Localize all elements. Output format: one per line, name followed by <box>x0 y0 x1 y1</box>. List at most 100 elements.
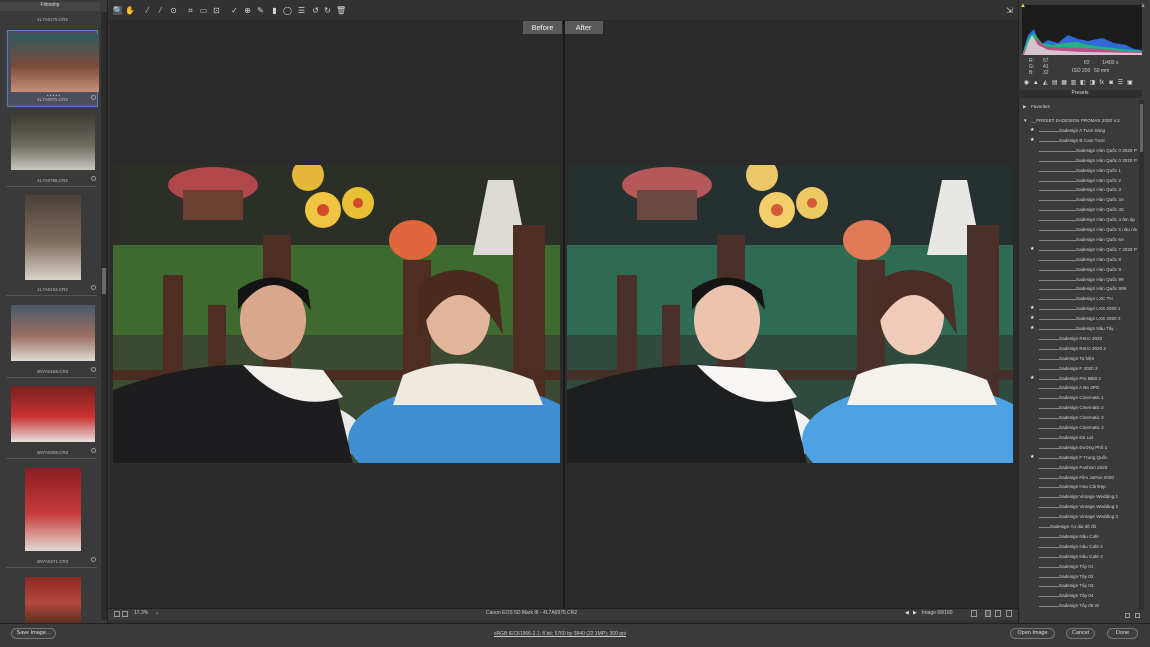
favorite-star-icon[interactable]: ★ <box>1030 136 1036 146</box>
rotate-left-icon[interactable]: ↺ <box>311 6 320 15</box>
preset-item[interactable]: Sadesign F 2020 2 <box>1019 364 1137 374</box>
preset-item[interactable]: Sadesign Tây 01 <box>1019 562 1137 572</box>
save-image-button[interactable]: Save Image... <box>11 628 56 639</box>
preset-item[interactable]: Sadesign Hàn Quốc 9 <box>1019 265 1137 275</box>
preset-item[interactable]: Sadesign Tây 03 <box>1019 581 1137 591</box>
filmstrip-item[interactable]: • • • • • <box>7 30 99 107</box>
straighten-icon[interactable]: ▭ <box>199 6 208 15</box>
preset-item[interactable]: ★ Sadesign LXS 2020 3 <box>1019 314 1137 324</box>
hand-icon[interactable]: ✋ <box>125 6 135 15</box>
preset-item[interactable]: Sadesign Đường Phố 1 <box>1019 443 1137 453</box>
color-sampler-icon[interactable]: ⁄ <box>156 6 165 15</box>
zoom-out-icon[interactable] <box>114 611 120 617</box>
preset-item[interactable]: ★ Sadesign LXS 2020 1 <box>1019 304 1137 314</box>
preset-item[interactable]: Sadesign Hàn Quốc 3C <box>1019 205 1137 215</box>
filmstrip-scrollbar[interactable] <box>101 12 107 620</box>
next-image-icon[interactable]: ▶ <box>913 610 917 616</box>
preset-item[interactable]: Sadesign A Be 3PG <box>1019 383 1137 393</box>
swap-view-icon[interactable] <box>995 610 1001 617</box>
preset-item[interactable]: Sadesign Nâu Cafe 3 <box>1019 552 1137 562</box>
preset-item[interactable]: Sadesign Hàn Quốc 99 <box>1019 275 1137 285</box>
preset-item[interactable]: ★ Sadesign A Tươi Sáng <box>1019 126 1137 136</box>
preset-item[interactable]: Sadesign Cinematic 2 <box>1019 403 1137 413</box>
split-toning-icon[interactable]: ▦ <box>1061 80 1068 87</box>
crop-icon[interactable]: ⌗ <box>186 6 195 15</box>
filmstrip-item[interactable] <box>6 195 99 296</box>
preset-item[interactable]: Sadesign Hàn Quốc 3A <box>1019 195 1137 205</box>
preset-item[interactable]: Sadesign Vintage Wedding 2 <box>1019 502 1137 512</box>
before-label[interactable]: Before <box>523 21 562 34</box>
collapse-folder-icon[interactable]: ▼ <box>1023 116 1028 126</box>
workflow-options-link[interactable]: sRGB IEC61966-2.1; 8 bit; 5760 by 3840 (… <box>494 631 626 637</box>
copy-settings-icon[interactable] <box>1006 610 1012 617</box>
filmstrip-item[interactable] <box>6 386 99 458</box>
preset-item[interactable]: Sadesign Hàn Quốc 3 <box>1019 185 1137 195</box>
fullscreen-icon[interactable]: ⇲ <box>1005 6 1014 15</box>
effects-icon[interactable]: ◨ <box>1089 80 1096 87</box>
transform-icon[interactable]: ⊡ <box>212 6 221 15</box>
tone-curve-icon[interactable]: ▲ <box>1032 80 1039 87</box>
cancel-button[interactable]: Cancel <box>1066 628 1095 639</box>
radial-filter-icon[interactable]: ◯ <box>283 6 292 15</box>
zoom-in-icon[interactable] <box>122 611 128 617</box>
zoom-dropdown-icon[interactable]: ⌄ <box>155 610 161 617</box>
filmstrip-scroll-thumb[interactable] <box>102 268 106 294</box>
preset-item[interactable]: Sadesign Hàn Quốc 5 nâu nhẹ <box>1019 225 1137 235</box>
preset-item[interactable]: Sadesign Áo dài đỏ đỏ <box>1019 522 1137 532</box>
favorite-star-icon[interactable]: ★ <box>1030 245 1036 255</box>
preset-item[interactable]: Sadesign Fashion 2020 <box>1019 463 1137 473</box>
preset-item[interactable]: Sadesign Vintage Wedding 3 <box>1019 512 1137 522</box>
presets-panel-icon[interactable]: ☰ <box>1117 80 1124 87</box>
filmstrip-item[interactable] <box>6 114 99 186</box>
favorite-star-icon[interactable]: ★ <box>1030 314 1036 324</box>
favorite-star-icon[interactable]: ★ <box>1030 453 1036 463</box>
new-preset-icon[interactable] <box>1125 613 1130 618</box>
preset-item[interactable]: Sadesign Tây 05 W <box>1019 601 1137 610</box>
preset-item[interactable]: Sadesign Hoa Cải Đẹp <box>1019 482 1137 492</box>
view-compare-icon[interactable] <box>985 610 991 617</box>
lens-icon[interactable]: ▥ <box>1070 80 1077 87</box>
preset-item[interactable]: Sadesign Ta hiện <box>1019 354 1137 364</box>
preset-item[interactable]: Sadesign Retro 2020 2 <box>1019 344 1137 354</box>
preset-item[interactable]: Sadesign Hàn Quốc 1 <box>1019 166 1137 176</box>
presets-scrollbar[interactable] <box>1139 100 1144 610</box>
filmstrip-item[interactable] <box>6 468 99 567</box>
preset-item[interactable]: ★ Sadesign B Cam Tươi <box>1019 136 1137 146</box>
preset-folder[interactable]: ▼ __PRESET SADESIGN PROMAX 2020 V.2 <box>1019 116 1137 126</box>
preset-item[interactable]: Sadesign Film JaPan 2020 <box>1019 473 1137 483</box>
prev-image-icon[interactable]: ◀ <box>905 610 909 616</box>
preset-item[interactable]: Sadesign Cinematic 3 <box>1019 413 1137 423</box>
delete-preset-icon[interactable] <box>1135 613 1140 618</box>
preset-item[interactable]: ★ Sadesign Pro 8Bitt 2 <box>1019 374 1137 384</box>
view-single-icon[interactable] <box>971 610 977 617</box>
preset-item[interactable]: Sadesign Hàn Quốc 2 <box>1019 176 1137 186</box>
open-image-button[interactable]: Open Image <box>1010 628 1055 639</box>
detail-icon[interactable]: ◭ <box>1042 80 1049 87</box>
preset-item[interactable]: Sadesign Hàn Quốc 999 <box>1019 284 1137 294</box>
preset-item[interactable]: Sadesign Vintage Wedding 1 <box>1019 492 1137 502</box>
filmstrip-item[interactable] <box>6 305 99 377</box>
snapshots-icon[interactable]: ▣ <box>1126 80 1133 87</box>
preset-item[interactable]: ★ Sadesign Nâu Tây <box>1019 324 1137 334</box>
red-eye-icon[interactable]: ⊕ <box>243 6 252 15</box>
presets-scroll-thumb[interactable] <box>1140 104 1143 152</box>
after-label[interactable]: After <box>564 21 603 34</box>
preset-item[interactable]: Sadesign Tây 04 <box>1019 591 1137 601</box>
preset-item[interactable]: Sadesign Hàn Quốc 8 <box>1019 255 1137 265</box>
expand-favorites-icon[interactable]: ▶ <box>1023 102 1027 112</box>
favorite-star-icon[interactable]: ★ <box>1030 374 1036 384</box>
done-button[interactable]: Done <box>1107 628 1138 639</box>
preset-item[interactable]: Sadesign Đà Lạt <box>1019 433 1137 443</box>
transform-panel-icon[interactable]: ◧ <box>1079 80 1086 87</box>
preset-item[interactable]: Sadesign Nâu Cafe 2 <box>1019 542 1137 552</box>
spot-removal-icon[interactable]: ✓ <box>230 6 239 15</box>
preset-item[interactable]: Sadesign Hàn Quốc 0 2020 Pro 2 <box>1019 156 1137 166</box>
preset-item[interactable]: Sadesign Hàn Quốc 6A <box>1019 235 1137 245</box>
preset-item[interactable]: ★ Sadesign F Trung Quốc <box>1019 453 1137 463</box>
favorite-star-icon[interactable]: ★ <box>1030 324 1036 334</box>
preset-item[interactable]: Sadesign Tây 02 <box>1019 572 1137 582</box>
hsl-icon[interactable]: ▤ <box>1051 80 1058 87</box>
rotate-right-icon[interactable]: ↻ <box>323 6 332 15</box>
preset-item[interactable]: Sadesign Retro 2020 <box>1019 334 1137 344</box>
preset-item[interactable]: Sadesign Hàn Quốc 0 2020 Pro <box>1019 146 1137 156</box>
